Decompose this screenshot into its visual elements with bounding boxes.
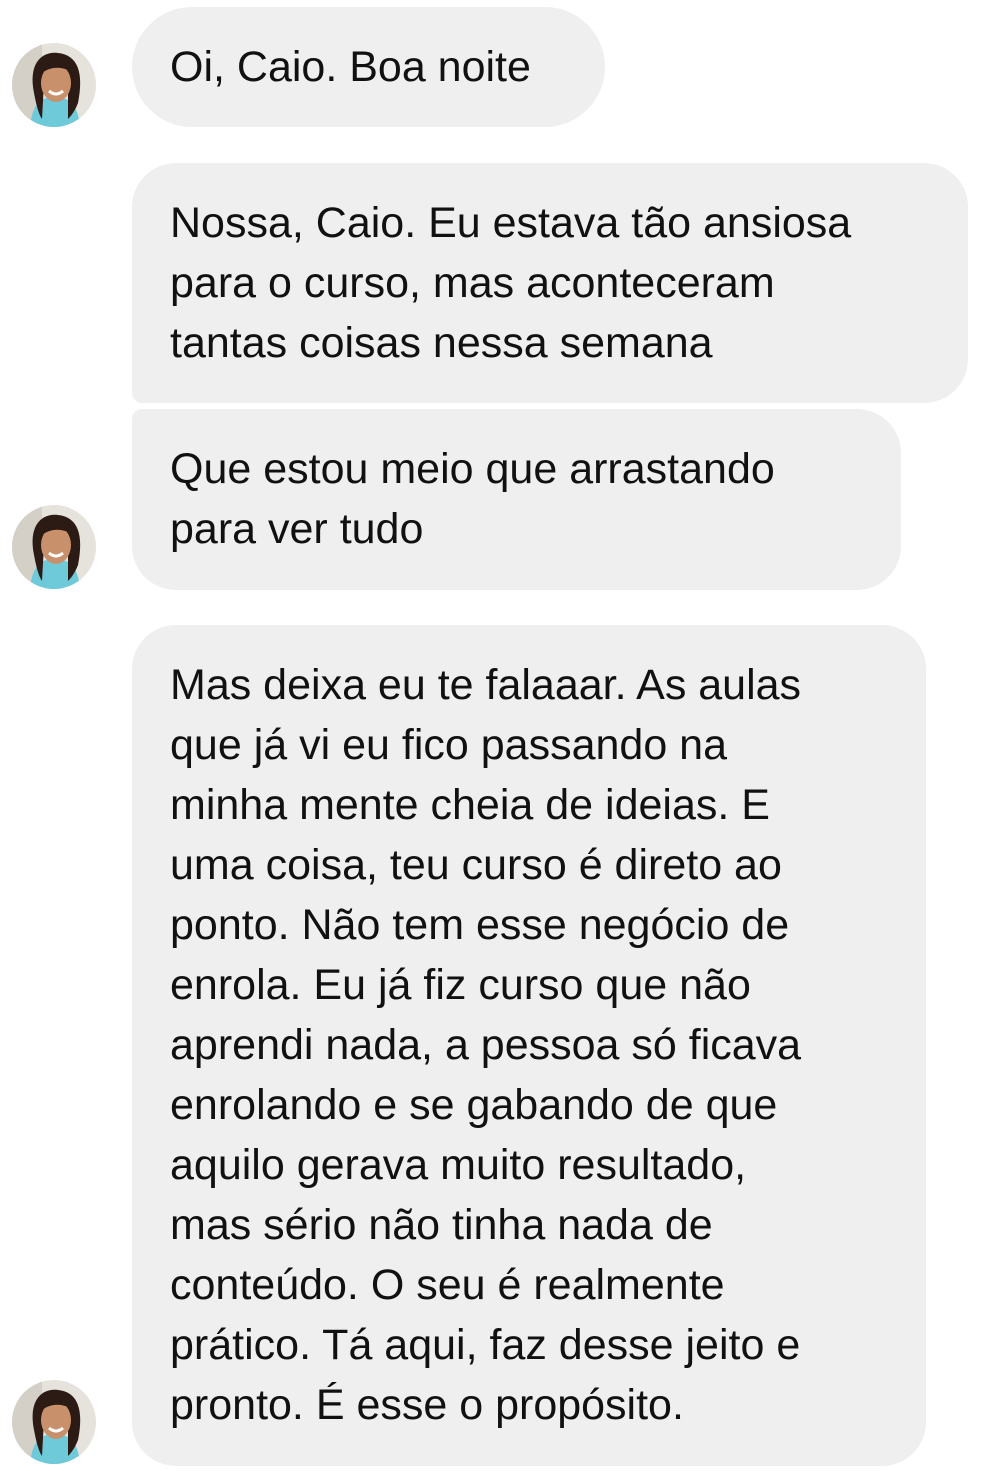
avatar-photo: [12, 505, 96, 589]
avatar[interactable]: [12, 505, 96, 589]
message-bubble[interactable]: Nossa, Caio. Eu estava tão ansiosa para …: [132, 163, 968, 403]
message-text: Mas deixa eu te falaaar. As aulas que já…: [170, 661, 802, 1429]
avatar-photo: [12, 1380, 96, 1464]
message-bubble[interactable]: Mas deixa eu te falaaar. As aulas que já…: [132, 625, 926, 1466]
message-text: Oi, Caio. Boa noite: [170, 43, 531, 91]
message-bubble[interactable]: Que estou meio que arrastando para ver t…: [132, 409, 901, 590]
avatar[interactable]: [12, 43, 96, 127]
avatar-photo: [12, 43, 96, 127]
message-text: Nossa, Caio. Eu estava tão ansiosa para …: [170, 199, 852, 367]
message-bubble[interactable]: Oi, Caio. Boa noite: [132, 7, 605, 127]
avatar[interactable]: [12, 1380, 96, 1464]
message-text: Que estou meio que arrastando para ver t…: [170, 445, 775, 553]
